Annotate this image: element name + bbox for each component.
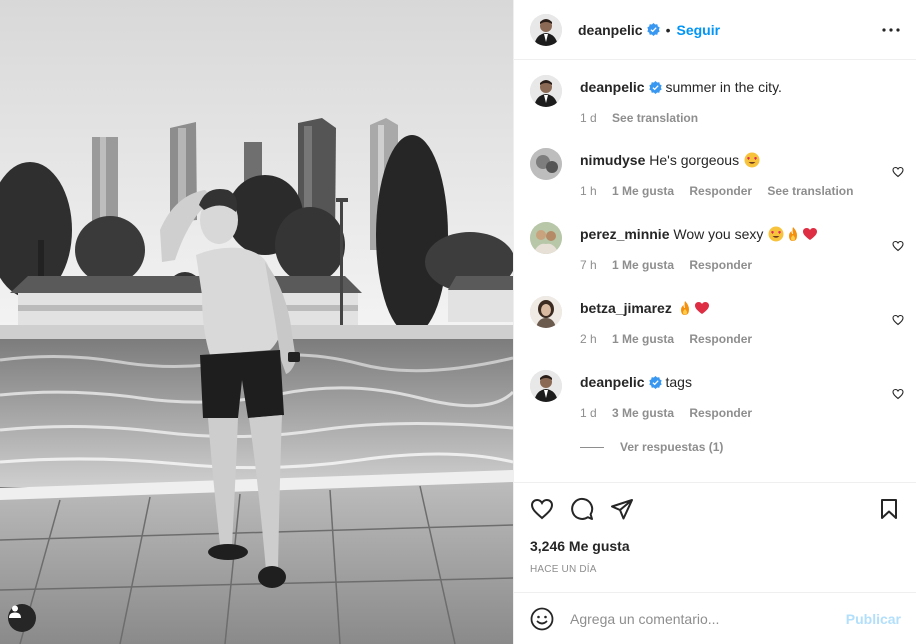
comment-username[interactable]: deanpelic [580,374,645,390]
commenter-avatar[interactable] [530,296,562,328]
replies-divider [580,446,604,448]
fire-emoji-icon [789,227,798,241]
comment-like-icon[interactable] [892,240,904,252]
reply-button[interactable]: Responder [689,406,752,420]
caption-avatar[interactable] [530,75,562,107]
comment-time[interactable]: 2 h [580,332,597,346]
likes-count[interactable]: 3,246 Me gusta [530,538,630,554]
caption-time[interactable]: 1 d [580,111,597,125]
commenter-avatar[interactable] [530,370,562,402]
verified-badge-icon [646,23,660,36]
add-comment-bar: Publicar [514,592,916,644]
heart-eyes-emoji-icon [744,152,760,168]
comment-item: deanpelic tags 1 d 3 Me gusta Responder [530,370,910,430]
comment-text: tags [665,374,692,390]
comments-list: deanpelic summer in the city. 1 d See tr… [514,61,916,481]
comment-item: betza_jimarez 2 h 1 Me gusta Responder [530,296,910,356]
comment-likes[interactable]: 1 Me gusta [612,258,674,272]
comment-item: nimudyse He's gorgeous 1 h 1 Me gusta Re… [530,148,910,208]
post-header: deanpelic • Seguir [514,0,916,60]
fire-emoji-icon [680,301,689,315]
follow-button[interactable]: Seguir [677,22,721,38]
user-tag-button[interactable] [8,604,36,632]
comment-item: perez_minnie Wow you sexy 7 h 1 Me gusta… [530,222,910,282]
comment-time[interactable]: 1 h [580,184,597,198]
emoji-icon[interactable] [530,607,554,631]
comment-like-icon[interactable] [892,314,904,326]
commenter-avatar[interactable] [530,222,562,254]
comment-icon[interactable] [570,497,594,521]
see-translation-link[interactable]: See translation [767,184,853,198]
share-icon[interactable] [610,497,634,521]
comment-likes[interactable]: 1 Me gusta [612,332,674,346]
author-avatar[interactable] [530,13,562,46]
reply-button[interactable]: Responder [689,184,752,198]
publish-button[interactable]: Publicar [846,611,901,627]
view-replies-button[interactable]: Ver respuestas (1) [580,440,723,454]
save-icon[interactable] [877,497,901,521]
see-translation-link[interactable]: See translation [612,111,698,125]
author-username[interactable]: deanpelic [578,22,643,38]
caption-username[interactable]: deanpelic [580,79,645,95]
like-heart-icon[interactable] [530,497,554,521]
reply-button[interactable]: Responder [689,258,752,272]
comment-text: He's gorgeous [649,152,740,168]
red-heart-emoji-icon [694,302,709,314]
comment-input[interactable] [570,610,840,627]
post-photo[interactable] [0,0,513,644]
comment-likes[interactable]: 3 Me gusta [612,406,674,420]
heart-eyes-emoji-icon [768,226,784,242]
user-tag-icon [9,605,21,618]
verified-badge-icon [648,81,662,94]
comment-username[interactable]: perez_minnie [580,226,669,242]
post-dialog: deanpelic • Seguir deanpelic summer in t… [0,0,916,644]
photo-image [0,0,513,644]
caption-item: deanpelic summer in the city. 1 d See tr… [530,75,910,135]
reply-button[interactable]: Responder [689,332,752,346]
more-options-icon[interactable] [881,20,901,40]
commenter-avatar[interactable] [530,148,562,180]
post-sidebar: deanpelic • Seguir deanpelic summer in t… [513,0,916,644]
red-heart-emoji-icon [803,228,818,240]
comment-username[interactable]: betza_jimarez [580,300,672,316]
comment-time[interactable]: 1 d [580,406,597,420]
verified-badge-icon [648,376,662,389]
separator-dot: • [665,21,671,38]
comment-username[interactable]: nimudyse [580,152,645,168]
comment-likes[interactable]: 1 Me gusta [612,184,674,198]
comment-time[interactable]: 7 h [580,258,597,272]
comment-like-icon[interactable] [892,166,904,178]
caption-text: summer in the city. [665,79,782,95]
comment-text: Wow you sexy [673,226,764,242]
action-bar [514,482,916,538]
view-replies-label: Ver respuestas (1) [620,440,724,454]
post-timestamp[interactable]: HACE UN DÍA [530,564,597,575]
comment-like-icon[interactable] [892,388,904,400]
